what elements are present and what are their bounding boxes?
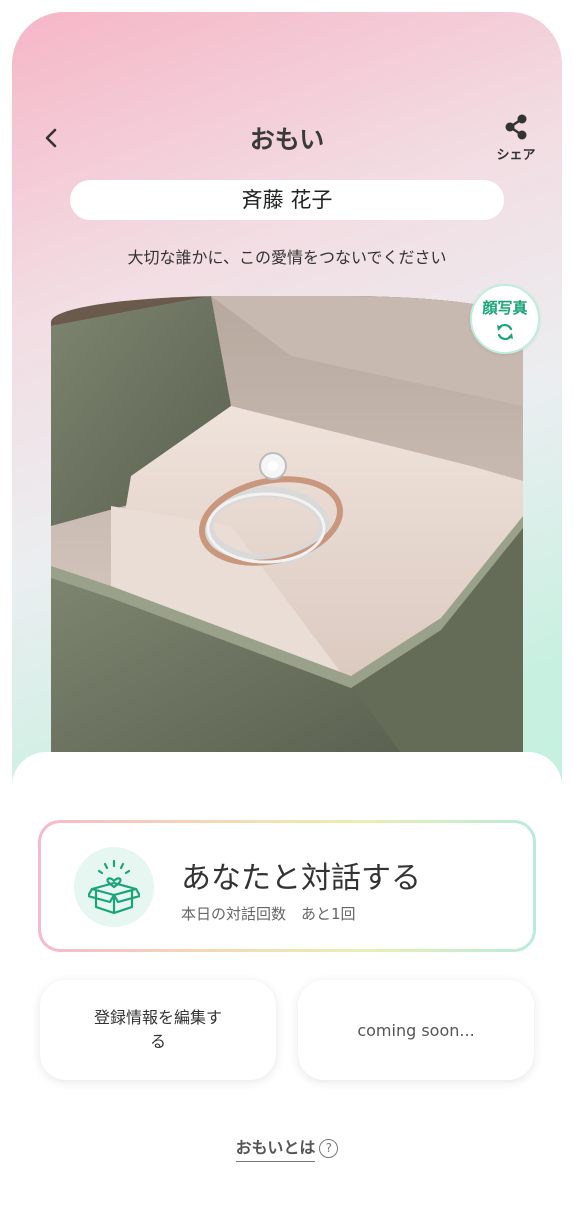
ring-in-box-image <box>51 296 523 766</box>
face-photo-label: 顔写真 <box>482 299 528 317</box>
face-photo-button[interactable]: 顔写真 <box>470 284 540 354</box>
gift-box-icon <box>88 859 140 915</box>
name-field: 斉藤 花子 <box>70 180 504 220</box>
share-label: シェア <box>496 148 536 163</box>
share-icon <box>505 114 527 140</box>
edit-registration-button[interactable]: 登録情報を編集する <box>40 980 276 1080</box>
coming-soon-card: coming soon... <box>298 980 534 1080</box>
about-omoi-label: おもいとは <box>235 1134 316 1162</box>
coming-soon-label: coming soon... <box>357 1020 475 1040</box>
ring-photo <box>51 296 523 766</box>
about-omoi-link[interactable]: おもいとは? <box>0 1134 574 1162</box>
edit-registration-label: 登録情報を編集する <box>93 1008 222 1051</box>
subtitle-text: 大切な誰かに、この愛情をつないでください <box>127 248 447 267</box>
page-title: おもい <box>249 125 325 154</box>
share-button[interactable]: シェア <box>492 112 540 163</box>
talk-remaining-count: 本日の対話回数 あと1回 <box>181 905 356 923</box>
app-header: おもい シェア <box>12 112 562 166</box>
talk-card-inner: あなたと対話する 本日の対話回数 あと1回 <box>41 823 533 949</box>
refresh-icon <box>497 323 513 341</box>
gift-icon-circle <box>74 847 154 927</box>
talk-with-you-button[interactable]: あなたと対話する 本日の対話回数 あと1回 <box>38 820 536 952</box>
talk-title: あなたと対話する <box>181 861 421 896</box>
question-circle-icon: ? <box>319 1139 339 1158</box>
